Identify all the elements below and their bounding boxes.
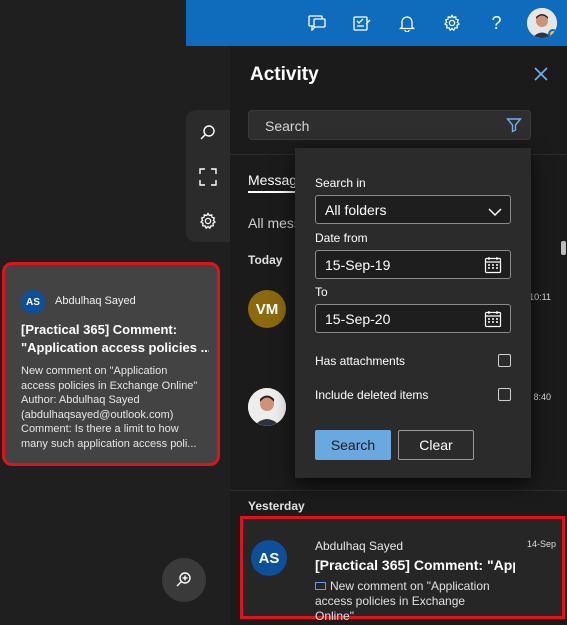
message-sender: Abdulhaq Sayed bbox=[315, 539, 404, 553]
feedback-icon[interactable] bbox=[294, 0, 339, 46]
date-from-label: Date from bbox=[315, 231, 368, 245]
tooltip-body-line: New comment on "Application bbox=[21, 365, 168, 377]
has-attachments-checkbox[interactable] bbox=[498, 354, 511, 367]
date-to-field[interactable]: 15-Sep-20 bbox=[315, 304, 511, 333]
divider bbox=[230, 490, 567, 491]
include-deleted-checkbox[interactable] bbox=[498, 388, 511, 401]
calendar-icon[interactable] bbox=[484, 256, 502, 279]
gear-icon[interactable] bbox=[429, 0, 474, 46]
search-in-select[interactable]: All folders bbox=[315, 195, 511, 224]
message-time: 8:40 bbox=[533, 392, 551, 402]
to-label: To bbox=[315, 285, 328, 299]
message-date: 14-Sep bbox=[526, 539, 556, 549]
close-icon[interactable] bbox=[533, 66, 551, 84]
date-from-field[interactable]: 15-Sep-19 bbox=[315, 250, 511, 279]
tooltip-subject-line: [Practical 365] Comment: bbox=[21, 322, 178, 337]
search-in-value: All folders bbox=[325, 202, 387, 218]
search-icon[interactable] bbox=[193, 118, 223, 148]
panel-title: Activity bbox=[250, 64, 319, 85]
message-item-selected[interactable]: AS Abdulhaq Sayed 14-Sep [Practical 365]… bbox=[240, 516, 565, 623]
zoom-in-icon bbox=[176, 572, 191, 587]
avatar[interactable] bbox=[248, 388, 286, 426]
calendar-icon[interactable] bbox=[484, 310, 502, 333]
message-hover-card: AS Abdulhaq Sayed [Practical 365] Commen… bbox=[2, 262, 220, 466]
bell-icon[interactable] bbox=[384, 0, 429, 46]
tooltip-body-line: access policies in Exchange Online" bbox=[21, 379, 198, 392]
side-rail bbox=[186, 110, 230, 242]
messages-filter-dropdown[interactable]: All messages bbox=[248, 215, 298, 231]
avatar: AS bbox=[251, 540, 287, 576]
search-filter-popover: Search in All folders Date from 15-Sep-1… bbox=[295, 148, 531, 478]
tooltip-subject: [Practical 365] Comment: "Application ac… bbox=[21, 321, 209, 357]
avatar: AS bbox=[21, 290, 45, 314]
search-placeholder: Search bbox=[265, 118, 310, 134]
date-from-value: 15-Sep-19 bbox=[325, 257, 391, 273]
top-app-bar: ? bbox=[186, 0, 567, 46]
date-to-value: 15-Sep-20 bbox=[325, 311, 391, 327]
filter-icon[interactable] bbox=[506, 117, 522, 138]
tooltip-subject-line: "Application access policies ... bbox=[21, 340, 209, 355]
tooltip-body: New comment on "Application access polic… bbox=[21, 364, 211, 451]
group-header-yesterday: Yesterday bbox=[248, 499, 305, 513]
avatar[interactable]: VM bbox=[248, 290, 286, 328]
has-attachments-label: Has attachments bbox=[315, 354, 406, 368]
settings-icon[interactable] bbox=[193, 206, 223, 236]
search-in-label: Search in bbox=[315, 176, 366, 190]
tooltip-body-line: Comment: Is there a limit to how bbox=[21, 423, 179, 435]
tooltip-body-line: (abdulhaqsayed@outlook.com) bbox=[21, 408, 174, 421]
clear-button[interactable]: Clear bbox=[398, 430, 474, 460]
search-button[interactable]: Search bbox=[315, 430, 391, 460]
activity-search-input[interactable]: Search bbox=[248, 110, 531, 140]
message-subject: [Practical 365] Comment: "App... bbox=[315, 557, 515, 573]
zoom-button[interactable] bbox=[162, 558, 206, 602]
message-preview-text: New comment on "Application access polic… bbox=[315, 579, 490, 623]
tooltip-body-line: many such application access poli... bbox=[21, 437, 197, 450]
user-avatar[interactable] bbox=[527, 8, 557, 38]
mail-icon bbox=[315, 582, 326, 590]
help-icon[interactable]: ? bbox=[474, 0, 519, 46]
include-deleted-label: Include deleted items bbox=[315, 388, 429, 402]
message-preview: New comment on "Application access polic… bbox=[315, 579, 505, 624]
expand-icon[interactable] bbox=[193, 162, 223, 192]
help-glyph: ? bbox=[491, 12, 502, 33]
tooltip-body-line: Author: Abdulhaq Sayed bbox=[21, 394, 140, 406]
tasks-icon[interactable] bbox=[339, 0, 384, 46]
scrollbar-thumb[interactable] bbox=[561, 241, 566, 255]
presence-badge bbox=[548, 29, 557, 38]
tooltip-sender: Abdulhaq Sayed bbox=[55, 295, 136, 307]
group-header-today: Today bbox=[248, 253, 283, 267]
chevron-down-icon bbox=[488, 204, 502, 222]
tab-messages[interactable]: Messages bbox=[248, 172, 298, 193]
message-time: 10:11 bbox=[529, 292, 551, 302]
